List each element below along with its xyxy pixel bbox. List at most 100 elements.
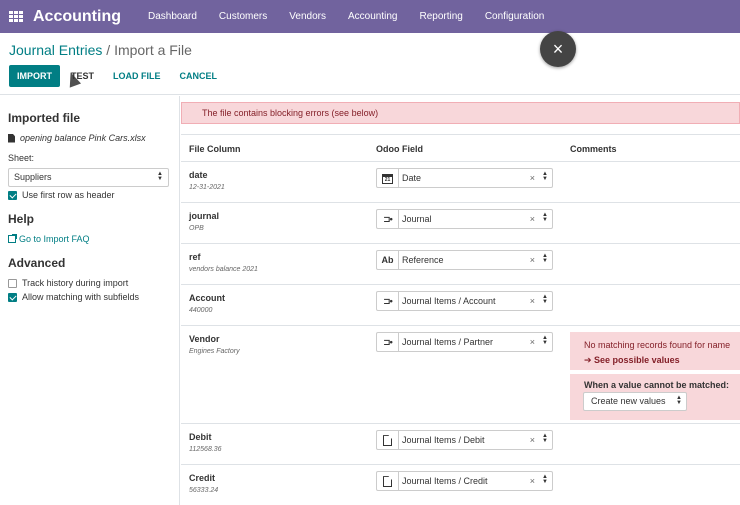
track-history-option[interactable]: Track history during import (8, 278, 128, 288)
no-match-warning: No matching records found for name ➔ See… (570, 332, 740, 370)
see-possible-values-link[interactable]: ➔ See possible values (584, 355, 740, 366)
select-arrows-icon: ▲ ▼ (542, 294, 548, 305)
import-faq-link[interactable]: Go to Import FAQ (8, 234, 90, 244)
control-panel: Journal Entries / Import a File IMPORT T… (0, 33, 740, 95)
file-name-label: opening balance Pink Cars.xlsx (20, 133, 146, 143)
odoo-field-value: Journal Items / Account (402, 296, 496, 306)
file-column-sample: Engines Factory (189, 348, 240, 355)
relation-icon: ⊐• (377, 333, 399, 351)
file-column-sample: vendors balance 2021 (189, 266, 258, 273)
clear-field-icon[interactable]: × (530, 431, 535, 449)
odoo-field-select[interactable]: 21 Date × ▲ ▼ (376, 168, 553, 188)
header-comments: Comments (570, 144, 617, 154)
track-history-label: Track history during import (22, 278, 129, 288)
breadcrumb-journal-entries[interactable]: Journal Entries (9, 42, 102, 58)
relation-icon: ⊐• (377, 292, 399, 310)
sheet-label: Sheet: (8, 153, 35, 163)
calendar-icon: 21 (377, 169, 399, 187)
odoo-field-select[interactable]: Ab Reference × ▲ ▼ (376, 250, 553, 270)
select-arrows-icon: ▲ ▼ (676, 395, 682, 406)
sheet-select[interactable]: Suppliers ▲ ▼ (8, 168, 169, 187)
clear-field-icon[interactable]: × (530, 333, 535, 351)
odoo-field-value: Journal (402, 214, 432, 224)
odoo-field-value: Journal Items / Partner (402, 337, 494, 347)
import-options-sidebar: Imported file opening balance Pink Cars.… (0, 96, 180, 505)
breadcrumb-current: Import a File (114, 42, 192, 58)
nav-customers[interactable]: Customers (219, 11, 267, 22)
cancel-button[interactable]: CANCEL (172, 65, 226, 87)
nav-accounting[interactable]: Accounting (348, 11, 397, 22)
table-row-journal: journal OPB ⊐• Journal × ▲ ▼ (181, 203, 740, 244)
external-link-icon (8, 234, 17, 243)
odoo-field-select[interactable]: ⊐• Journal Items / Partner × ▲ ▼ (376, 332, 553, 352)
clear-field-icon[interactable]: × (530, 472, 535, 490)
document-icon (377, 472, 399, 490)
table-row-debit: Debit 112568.36 Journal Items / Debit × … (181, 424, 740, 465)
unmatched-value-select[interactable]: Create new values ▲ ▼ (583, 392, 687, 411)
select-arrows-icon: ▲ ▼ (542, 433, 548, 444)
select-arrows-icon: ▲ ▼ (542, 474, 548, 485)
clear-field-icon[interactable]: × (530, 169, 535, 187)
apps-menu-icon[interactable] (9, 10, 23, 23)
load-file-button[interactable]: LOAD FILE (105, 65, 169, 87)
import-mapping-panel: The file contains blocking errors (see b… (181, 96, 740, 505)
odoo-field-value: Journal Items / Debit (402, 435, 485, 445)
table-row-account: Account 440000 ⊐• Journal Items / Accoun… (181, 285, 740, 326)
clear-field-icon[interactable]: × (530, 292, 535, 310)
no-match-message: No matching records found for name (584, 340, 731, 350)
allow-matching-label: Allow matching with subfields (22, 292, 140, 302)
file-column-sample: 440000 (189, 307, 213, 314)
breadcrumb: Journal Entries / Import a File (9, 42, 192, 58)
breadcrumb-separator: / (106, 42, 111, 58)
mapping-table-header: File Column Odoo Field Comments (181, 134, 740, 162)
odoo-field-select[interactable]: ⊐• Journal × ▲ ▼ (376, 209, 553, 229)
table-row-date: date 12-31-2021 21 Date × ▲ ▼ (181, 162, 740, 203)
help-heading: Help (8, 212, 35, 226)
select-arrows-icon: ▲ ▼ (157, 171, 163, 182)
allow-matching-option[interactable]: Allow matching with subfields (8, 292, 139, 302)
document-icon (377, 431, 399, 449)
file-column-sample: 12-31-2021 (189, 184, 225, 191)
nav-configuration[interactable]: Configuration (485, 11, 544, 22)
table-row-credit: Credit 56333.24 Journal Items / Credit ×… (181, 465, 740, 505)
close-button[interactable]: × (540, 31, 576, 67)
action-buttons: IMPORT TEST LOAD FILE CANCEL (9, 65, 228, 87)
file-column-name: Credit (189, 473, 216, 483)
table-row-vendor: Vendor Engines Factory ⊐• Journal Items … (181, 326, 740, 424)
use-first-row-option[interactable]: Use first row as header (8, 190, 115, 200)
use-first-row-label: Use first row as header (22, 190, 115, 200)
unmatched-value-current: Create new values (591, 396, 666, 406)
header-odoo-field: Odoo Field (376, 144, 423, 154)
file-icon (8, 133, 15, 143)
file-column-name: Account (189, 293, 225, 303)
track-history-checkbox[interactable] (8, 278, 17, 288)
file-column-name: Debit (189, 432, 212, 442)
file-column-sample: 56333.24 (189, 487, 219, 494)
use-first-row-checkbox[interactable] (8, 190, 17, 200)
nav-dashboard[interactable]: Dashboard (148, 11, 197, 22)
sheet-select-value: Suppliers (14, 172, 52, 182)
header-file-column: File Column (189, 144, 241, 154)
nav-vendors[interactable]: Vendors (289, 11, 326, 22)
file-column-name: journal (189, 211, 220, 221)
top-navbar: Accounting Dashboard Customers Vendors A… (0, 0, 740, 33)
allow-matching-checkbox[interactable] (8, 292, 17, 302)
odoo-field-select[interactable]: Journal Items / Credit × ▲ ▼ (376, 471, 553, 491)
odoo-field-select[interactable]: ⊐• Journal Items / Account × ▲ ▼ (376, 291, 553, 311)
clear-field-icon[interactable]: × (530, 210, 535, 228)
odoo-field-value: Date (402, 173, 422, 183)
text-icon: Ab (377, 251, 399, 269)
clear-field-icon[interactable]: × (530, 251, 535, 269)
import-faq-label: Go to Import FAQ (19, 234, 90, 244)
app-name[interactable]: Accounting (33, 8, 121, 26)
file-column-sample: 112568.36 (189, 446, 222, 453)
file-column-sample: OPB (189, 225, 204, 232)
file-column-name: date (189, 170, 208, 180)
select-arrows-icon: ▲ ▼ (542, 171, 548, 182)
odoo-field-select[interactable]: Journal Items / Debit × ▲ ▼ (376, 430, 553, 450)
file-column-name: Vendor (189, 334, 220, 344)
import-button[interactable]: IMPORT (9, 65, 60, 87)
odoo-field-value: Reference (402, 255, 444, 265)
nav-reporting[interactable]: Reporting (419, 11, 462, 22)
odoo-field-value: Journal Items / Credit (402, 476, 488, 486)
